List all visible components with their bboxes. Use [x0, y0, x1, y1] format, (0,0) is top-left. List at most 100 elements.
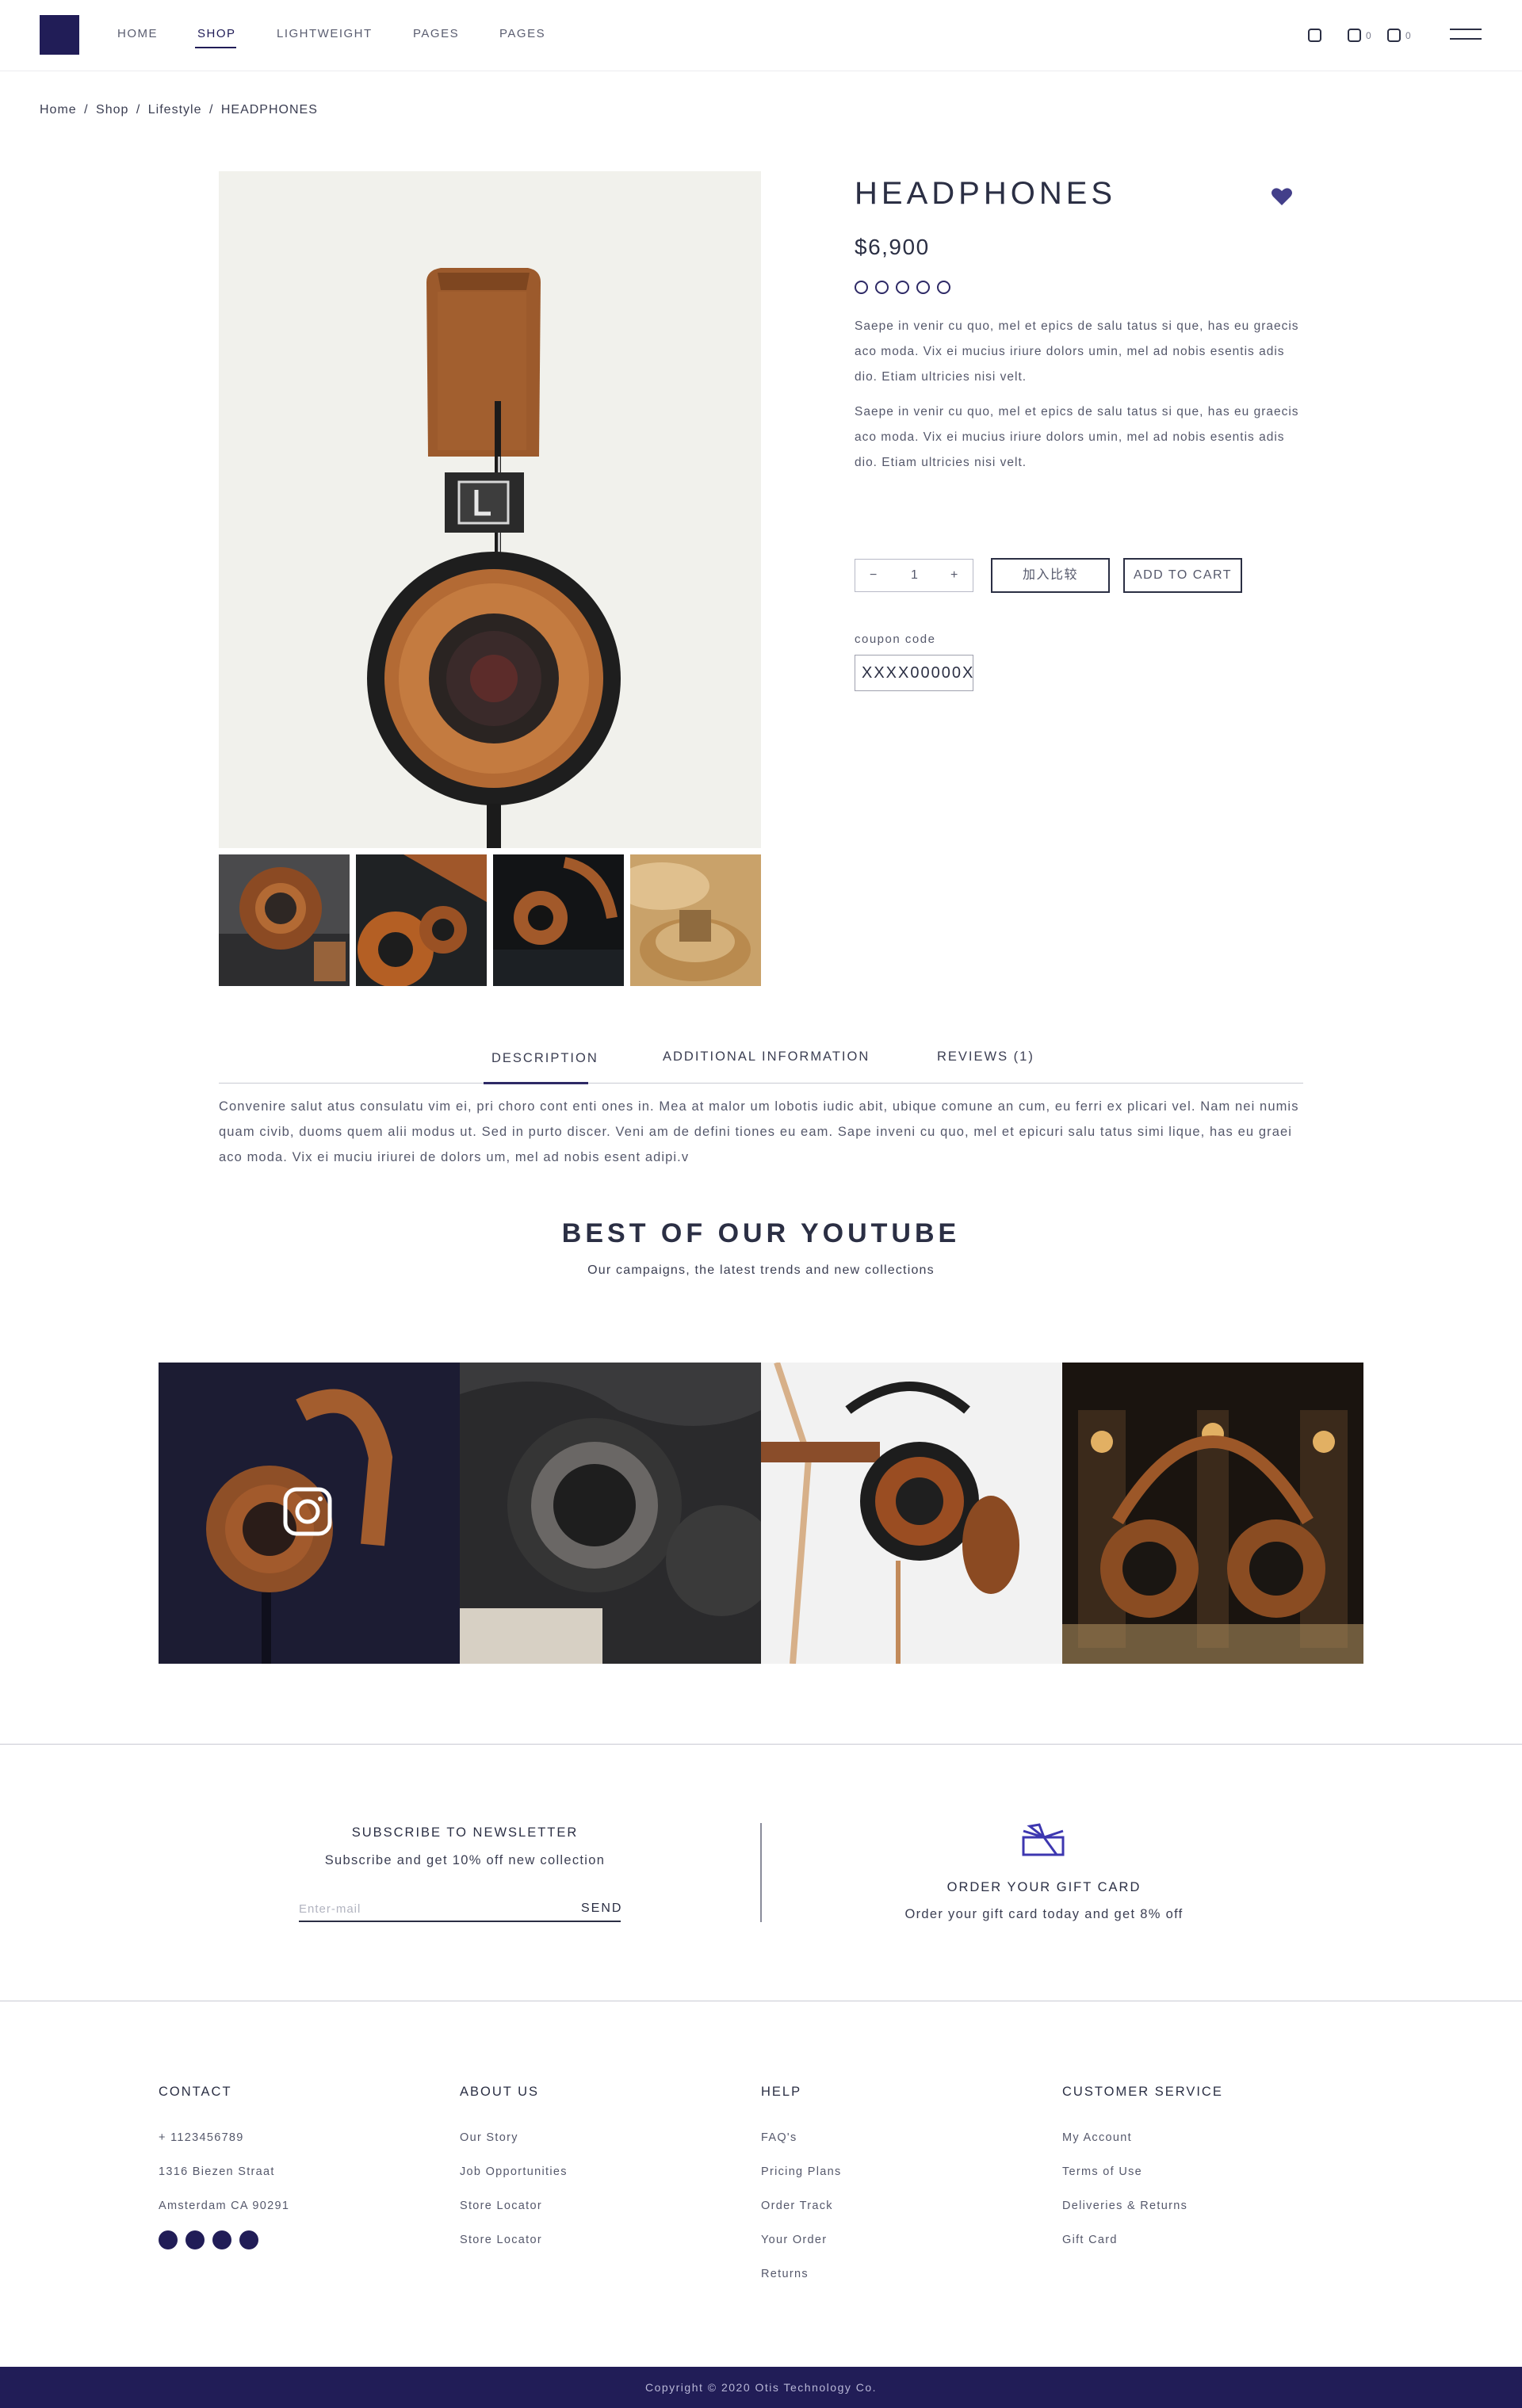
- footer-link-our-story[interactable]: Our Story: [460, 2131, 518, 2144]
- newsletter-email-input[interactable]: [299, 1898, 545, 1920]
- footer-link-job-opportunities[interactable]: Job Opportunities: [460, 2165, 568, 2178]
- breadcrumb-home[interactable]: Home: [40, 103, 77, 117]
- thumbnail-image: [356, 854, 487, 986]
- footer-link-order-track[interactable]: Order Track: [761, 2200, 833, 2212]
- heart-icon[interactable]: [1271, 187, 1293, 210]
- rating-star-icon: [875, 281, 889, 294]
- twitter-icon[interactable]: [185, 2230, 205, 2249]
- product-thumbnail-4[interactable]: [630, 854, 761, 986]
- product-price: $6,900: [855, 235, 930, 259]
- coupon-field[interactable]: XXXX00000X: [855, 655, 973, 691]
- footer-phone: + 1123456789: [159, 2131, 244, 2144]
- gallery-photo: [1062, 1363, 1363, 1664]
- pinterest-icon[interactable]: [239, 2230, 258, 2249]
- tab-active-indicator: [484, 1082, 588, 1084]
- footer-link-store-locator-2[interactable]: Store Locator: [460, 2234, 542, 2246]
- gift-card-subtitle: Order your gift card today and get 8% of…: [904, 1907, 1184, 1921]
- coupon-label: coupon code: [855, 633, 936, 646]
- cart-count: 0: [1405, 30, 1411, 41]
- footer-link-gift-card[interactable]: Gift Card: [1062, 2234, 1118, 2246]
- breadcrumb-separator: /: [208, 103, 214, 117]
- product-thumbnail-1[interactable]: [219, 854, 350, 986]
- nav-shop[interactable]: SHOP: [197, 27, 236, 40]
- site-logo[interactable]: [40, 15, 79, 55]
- thumbnail-image: [493, 854, 624, 986]
- youtube-section-subtitle: Our campaigns, the latest trends and new…: [587, 1263, 935, 1277]
- section-divider: [0, 1744, 1522, 1745]
- search-icon[interactable]: [1308, 29, 1321, 42]
- gallery-image-4[interactable]: [1062, 1363, 1363, 1664]
- product-title: HEADPHONES: [855, 176, 1117, 211]
- gift-card-title: ORDER YOUR GIFT CARD: [946, 1880, 1142, 1894]
- product-description-1: Saepe in venir cu quo, mel et epics de s…: [855, 319, 1299, 384]
- product-description-2: Saepe in venir cu quo, mel et epics de s…: [855, 405, 1299, 469]
- nav-home[interactable]: HOME: [117, 27, 158, 40]
- tab-description-content: Convenire salut atus consulatu vim ei, p…: [219, 1099, 1299, 1164]
- nav-pages-2[interactable]: PAGES: [499, 27, 545, 40]
- rating-star-icon: [916, 281, 930, 294]
- add-to-cart-button[interactable]: ADD TO CART: [1123, 558, 1242, 593]
- youtube-section-title: BEST OF OUR YOUTUBE: [561, 1218, 961, 1248]
- nav-lightweight[interactable]: LIGHTWEIGHT: [277, 27, 373, 40]
- footer-heading-customer-service: CUSTOMER SERVICE: [1062, 2085, 1223, 2099]
- qty-minus-button[interactable]: −: [870, 568, 877, 583]
- newsletter-send-button[interactable]: SEND: [581, 1902, 622, 1916]
- tab-additional-information[interactable]: ADDITIONAL INFORMATION: [663, 1049, 870, 1064]
- gallery-image-2[interactable]: [460, 1363, 761, 1664]
- tabs-divider: [219, 1083, 1303, 1084]
- qty-plus-button[interactable]: +: [950, 568, 958, 583]
- footer-city: Amsterdam CA 90291: [159, 2200, 290, 2212]
- gallery-photo: [761, 1363, 1062, 1664]
- nav-active-underline: [195, 47, 236, 48]
- tab-description[interactable]: DESCRIPTION: [491, 1051, 598, 1066]
- wishlist-icon[interactable]: [1348, 29, 1361, 42]
- footer-heading-contact: CONTACT: [159, 2085, 232, 2099]
- breadcrumb-current: HEADPHONES: [220, 103, 318, 117]
- footer-link-your-order[interactable]: Your Order: [761, 2234, 827, 2246]
- breadcrumb-separator: /: [136, 103, 141, 117]
- nav-pages[interactable]: PAGES: [413, 27, 459, 40]
- thumbnail-image: [219, 854, 350, 986]
- rating-star-icon: [855, 281, 868, 294]
- footer-link-pricing-plans[interactable]: Pricing Plans: [761, 2165, 842, 2178]
- newsletter-input-underline: [299, 1921, 621, 1922]
- menu-icon[interactable]: [1450, 29, 1482, 40]
- rating-star-icon: [896, 281, 909, 294]
- quantity-stepper: − 1 +: [855, 559, 973, 592]
- wishlist-count: 0: [1366, 30, 1371, 41]
- footer-link-store-locator[interactable]: Store Locator: [460, 2200, 542, 2212]
- thumbnail-image: [630, 854, 761, 986]
- headphones-illustration: [219, 171, 761, 848]
- rating-star-icon: [937, 281, 950, 294]
- product-thumbnail-3[interactable]: [493, 854, 624, 986]
- instagram-icon[interactable]: [212, 2230, 231, 2249]
- breadcrumb-lifestyle[interactable]: Lifestyle: [148, 103, 202, 117]
- qty-value[interactable]: 1: [911, 568, 918, 583]
- footer-link-my-account[interactable]: My Account: [1062, 2131, 1132, 2144]
- gallery-photo: [159, 1363, 460, 1664]
- site-header: HOME SHOP LIGHTWEIGHT PAGES PAGES 0 0: [0, 0, 1522, 71]
- footer-link-returns[interactable]: Returns: [761, 2268, 809, 2280]
- gallery-image-3[interactable]: [761, 1363, 1062, 1664]
- newsletter-title: SUBSCRIBE TO NEWSLETTER: [351, 1825, 579, 1840]
- tab-reviews[interactable]: REVIEWS (1): [937, 1049, 1034, 1064]
- footer-heading-about: ABOUT US: [460, 2085, 540, 2099]
- gallery-image-1[interactable]: [159, 1363, 460, 1664]
- facebook-icon[interactable]: [159, 2230, 178, 2249]
- compare-button[interactable]: 加入比较: [991, 558, 1110, 593]
- footer-link-faqs[interactable]: FAQ's: [761, 2131, 797, 2144]
- breadcrumb: Home / Shop / Lifestyle / HEADPHONES: [40, 103, 321, 117]
- breadcrumb-shop[interactable]: Shop: [96, 103, 128, 117]
- cart-icon[interactable]: [1387, 29, 1401, 42]
- footer-heading-help: HELP: [761, 2085, 802, 2099]
- rating-stars: [855, 281, 958, 295]
- footer-link-terms[interactable]: Terms of Use: [1062, 2165, 1142, 2178]
- gallery-photo: [460, 1363, 761, 1664]
- newsletter-subtitle: Subscribe and get 10% off new collection: [324, 1853, 606, 1867]
- copyright-bar: Copyright © 2020 Otis Technology Co.: [0, 2367, 1522, 2408]
- breadcrumb-separator: /: [84, 103, 89, 117]
- product-main-image[interactable]: [219, 171, 761, 848]
- footer-link-deliveries-returns[interactable]: Deliveries & Returns: [1062, 2200, 1187, 2212]
- gift-icon: [1020, 1823, 1066, 1862]
- product-thumbnail-2[interactable]: [356, 854, 487, 986]
